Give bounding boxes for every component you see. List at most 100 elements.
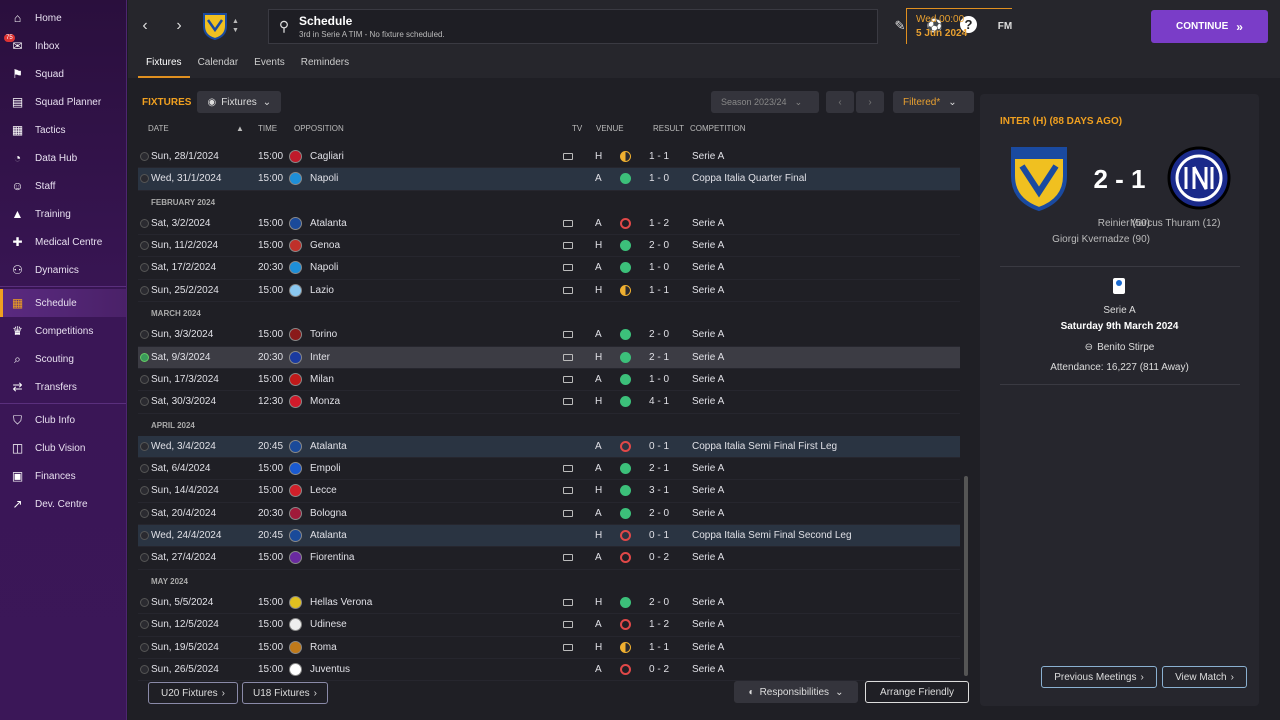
search-icon[interactable]: ⚲ [269,18,299,35]
tab-reminders[interactable]: Reminders [293,52,357,78]
select-dot-icon[interactable] [140,352,149,362]
select-dot-icon[interactable] [140,508,149,518]
sidebar-item-dev-centre[interactable]: ↗ Dev. Centre [0,490,126,518]
fixture-opponent[interactable]: Milan [310,374,334,385]
table-row[interactable]: Sun, 5/5/2024 15:00 Hellas Verona H 2 - 0 Ser… [138,592,960,615]
table-row[interactable]: Sat, 17/2/2024 20:30 Napoli A 1 - 0 Serie A [138,257,960,280]
table-row[interactable]: Sat, 6/4/2024 15:00 Empoli A 2 - 1 Serie A [138,458,960,481]
table-row[interactable]: Wed, 31/1/2024 15:00 Napoli A 1 - 0 Coppa Ita… [138,168,960,191]
fixture-opponent[interactable]: Juventus [310,664,350,675]
previous-meetings-button[interactable]: Previous Meetings › [1041,666,1157,688]
fixture-opponent[interactable]: Lazio [310,285,334,296]
table-row[interactable]: Sat, 20/4/2024 20:30 Bologna A 2 - 0 Serie A [138,503,960,526]
table-row[interactable]: Sun, 28/1/2024 15:00 Cagliari H 1 - 1 Serie A [138,146,960,169]
select-dot-icon[interactable] [140,620,149,630]
select-dot-icon[interactable] [140,464,149,474]
select-dot-icon[interactable] [140,218,149,228]
continue-button[interactable]: CONTINUE » [1151,10,1268,43]
col-opposition[interactable]: OPPOSITION [294,124,344,133]
col-result[interactable]: RESULT [653,124,684,133]
sidebar-item-data-hub[interactable]: ◔ Data Hub [0,144,126,172]
sidebar-item-club-info[interactable]: ⛉ Club Info [0,406,126,434]
sidebar-item-tactics[interactable]: ▦ Tactics [0,116,126,144]
col-tv[interactable]: TV [572,124,582,133]
select-dot-icon[interactable] [140,152,149,161]
fixture-opponent[interactable]: Genoa [310,240,340,251]
select-dot-icon[interactable] [140,397,149,407]
tab-fixtures[interactable]: Fixtures [138,52,190,78]
sidebar-item-home[interactable]: ⌂ Home [0,4,126,32]
select-dot-icon[interactable] [140,241,149,251]
sidebar-item-finances[interactable]: ▣ Finances [0,462,126,490]
fixture-opponent[interactable]: Napoli [310,173,338,184]
season-dropdown[interactable]: Season 2023/24 ⌄ [711,91,819,113]
col-time[interactable]: TIME [258,124,277,133]
sidebar-item-club-vision[interactable]: ◫ Club Vision [0,434,126,462]
fixture-opponent[interactable]: Fiorentina [310,552,354,563]
sidebar-item-inbox[interactable]: ✉ 75 Inbox [0,32,126,60]
table-row[interactable]: Sun, 17/3/2024 15:00 Milan A 1 - 0 Serie A [138,369,960,392]
select-dot-icon[interactable] [140,374,149,384]
table-row[interactable]: Wed, 24/4/2024 20:45 Atalanta H 0 - 1 Coppa I… [138,525,960,548]
table-row[interactable]: Sat, 9/3/2024 20:30 Inter H 2 - 1 Serie A [138,346,960,369]
table-row[interactable]: Sat, 3/2/2024 15:00 Atalanta A 1 - 2 Serie A [138,213,960,236]
table-row[interactable]: Sat, 30/3/2024 12:30 Monza H 4 - 1 Serie A [138,391,960,414]
fixture-opponent[interactable]: Hellas Verona [310,597,372,608]
select-dot-icon[interactable] [140,486,149,496]
table-row[interactable]: Sun, 25/2/2024 15:00 Lazio H 1 - 1 Serie A [138,280,960,303]
col-date[interactable]: DATE [148,124,169,133]
select-dot-icon[interactable] [140,664,149,674]
select-dot-icon[interactable] [140,174,149,184]
sidebar-item-medical-centre[interactable]: ✚ Medical Centre [0,228,126,256]
select-dot-icon[interactable] [140,553,149,563]
fixture-opponent[interactable]: Atalanta [310,530,347,541]
col-venue[interactable]: VENUE [596,124,624,133]
arrange-friendly-button[interactable]: Arrange Friendly [865,681,969,703]
u20-fixtures-button[interactable]: U20 Fixtures › [148,682,238,704]
sidebar-item-training[interactable]: ▲ Training [0,200,126,228]
away-team-crest-icon[interactable] [1166,145,1232,211]
sidebar-item-squad-planner[interactable]: ▤ Squad Planner [0,88,126,116]
sidebar-item-scouting[interactable]: ⌕ Scouting [0,345,126,373]
select-dot-icon[interactable] [140,531,149,541]
sidebar-item-dynamics[interactable]: ⚇ Dynamics [0,256,126,284]
responsibilities-button[interactable]: ◐ Responsibilities ⌄ [734,681,858,703]
table-row[interactable]: Sun, 14/4/2024 15:00 Lecce H 3 - 1 Serie A [138,480,960,503]
fixture-opponent[interactable]: Udinese [310,619,347,630]
club-crest-icon[interactable] [202,12,228,40]
select-dot-icon[interactable] [140,330,149,340]
fixture-opponent[interactable]: Atalanta [310,441,347,452]
scrollbar[interactable] [964,476,968,676]
next-season-button[interactable]: › [856,91,884,113]
table-row[interactable]: Sun, 19/5/2024 15:00 Roma H 1 - 1 Serie A [138,637,960,659]
back-arrow-icon[interactable]: ‹ [128,6,162,46]
table-row[interactable]: Sun, 3/3/2024 15:00 Torino A 2 - 0 Serie A [138,324,960,347]
table-row[interactable]: Sat, 27/4/2024 15:00 Fiorentina A 0 - 2 Serie… [138,547,960,570]
table-row[interactable]: Wed, 3/4/2024 20:45 Atalanta A 0 - 1 Coppa It… [138,435,960,459]
fixture-opponent[interactable]: Napoli [310,262,338,273]
view-match-button[interactable]: View Match › [1162,666,1247,688]
sidebar-item-squad[interactable]: ⚑ Squad [0,60,126,88]
filter-dropdown[interactable]: Filtered* ⌄ [893,91,974,113]
club-switch-icon[interactable]: ▲ ▼ [232,17,239,35]
fixture-opponent[interactable]: Bologna [310,508,347,519]
fixture-opponent[interactable]: Roma [310,642,337,653]
col-competition[interactable]: COMPETITION [690,124,746,133]
fixture-opponent[interactable]: Atalanta [310,218,347,229]
fixture-opponent[interactable]: Inter [310,352,330,363]
fixture-opponent[interactable]: Empoli [310,463,341,474]
prev-season-button[interactable]: ‹ [826,91,854,113]
sidebar-item-transfers[interactable]: ⇄ Transfers [0,373,126,401]
forward-arrow-icon[interactable]: › [162,6,196,46]
fixture-opponent[interactable]: Lecce [310,485,337,496]
sidebar-item-competitions[interactable]: ♛ Competitions [0,317,126,345]
fixture-opponent[interactable]: Monza [310,396,340,407]
tab-calendar[interactable]: Calendar [190,52,247,78]
tab-events[interactable]: Events [246,52,293,78]
select-dot-icon[interactable] [140,441,149,451]
select-dot-icon[interactable] [140,263,149,273]
fixture-opponent[interactable]: Torino [310,329,337,340]
view-dropdown[interactable]: ◉ Fixtures ⌄ [197,91,282,113]
select-dot-icon[interactable] [140,597,149,607]
fixture-opponent[interactable]: Cagliari [310,151,344,162]
